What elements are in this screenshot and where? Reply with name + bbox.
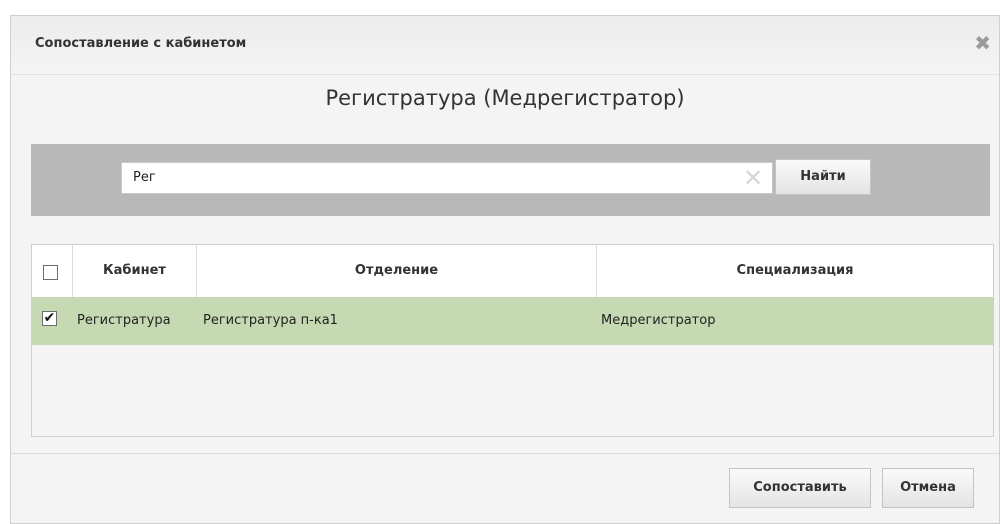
column-header-department[interactable]: Отделение <box>197 245 597 297</box>
table-row[interactable]: ✔ Регистратура Регистратура п-ка1 Медрег… <box>32 297 993 345</box>
dialog-title: Сопоставление с кабинетом <box>35 36 247 51</box>
footer-divider <box>11 453 999 454</box>
cell-room: Регистратура <box>77 313 171 328</box>
dialog-titlebar: Сопоставление с кабинетом ✖ <box>11 16 999 75</box>
dialog-subtitle: Регистратура (Медрегистратор) <box>325 86 685 110</box>
row-checkbox[interactable]: ✔ <box>42 311 57 326</box>
cell-department: Регистратура п-ка1 <box>203 313 338 328</box>
clear-search-icon[interactable]: ✕ <box>743 165 763 191</box>
rooms-table: Кабинет Отделение Специализация ✔ Регист… <box>31 244 994 437</box>
header-checkbox-cell <box>32 245 73 297</box>
mapping-dialog: Сопоставление с кабинетом ✖ Регистратура… <box>10 15 1000 524</box>
find-button[interactable]: Найти <box>775 159 871 195</box>
column-header-room[interactable]: Кабинет <box>73 245 197 297</box>
column-header-specialization[interactable]: Специализация <box>597 245 993 297</box>
table-header: Кабинет Отделение Специализация <box>32 245 993 298</box>
cancel-button[interactable]: Отмена <box>882 468 974 508</box>
close-icon[interactable]: ✖ <box>974 33 991 53</box>
map-button[interactable]: Сопоставить <box>729 468 871 508</box>
search-input[interactable]: Рег <box>121 162 773 194</box>
cell-specialization: Медрегистратор <box>601 313 716 328</box>
search-panel: Рег ✕ Найти <box>31 144 990 216</box>
select-all-checkbox[interactable] <box>43 265 58 280</box>
